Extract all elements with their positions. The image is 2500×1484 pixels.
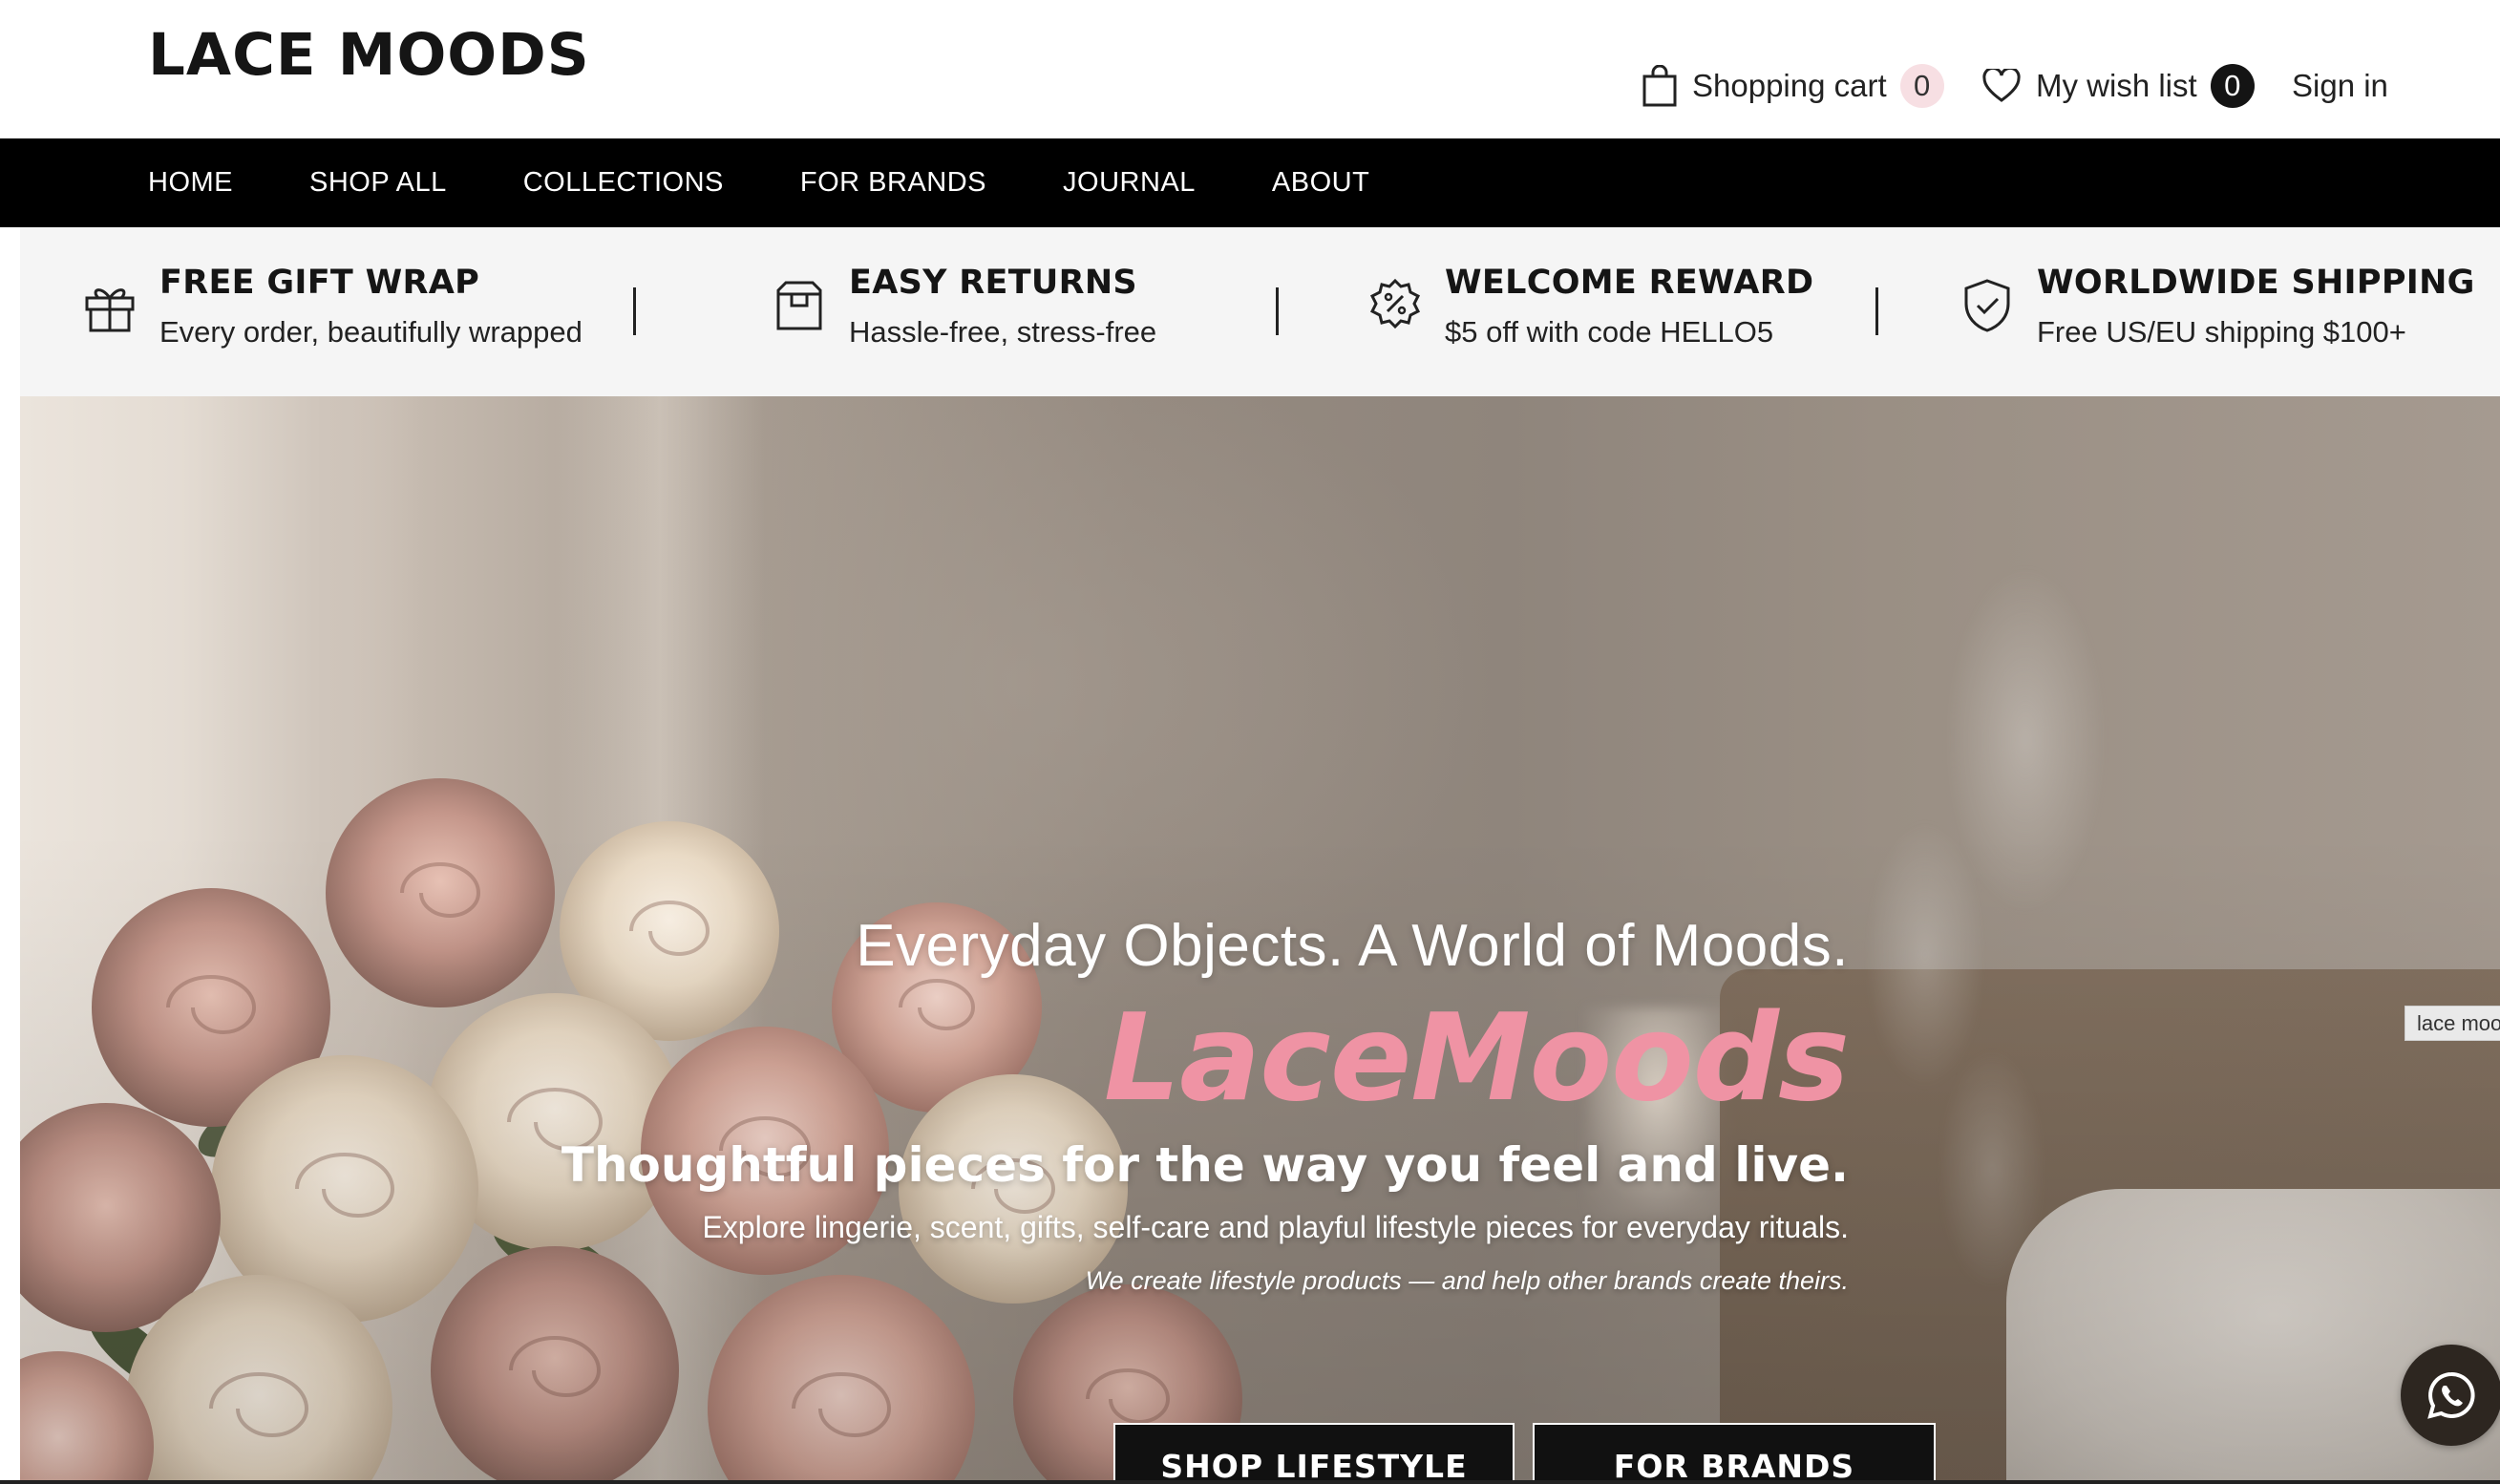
gift-icon [85,288,135,332]
site-header: LACE MOODS Shopping cart 0 My wish list … [0,0,2500,138]
cart-label: Shopping cart [1692,68,1887,103]
perk-divider [633,287,636,335]
nav-item-collections[interactable]: COLLECTIONS [523,167,724,199]
perk-title: EASY RETURNS [849,264,1137,302]
side-tab[interactable]: lace moods [2405,1006,2500,1041]
perk-subtitle: Every order, beautifully wrapped [159,315,583,349]
nav-item-home[interactable]: HOME [148,167,233,199]
wishlist-count-badge: 0 [2210,64,2255,108]
perk-welcome-reward: WELCOME REWARD $5 off with code HELLO5 [1367,264,1813,350]
perks-bar: FREE GIFT WRAP Every order, beautifully … [20,227,2500,396]
hero-note: We create lifestyle products — and help … [1085,1266,1849,1295]
perk-gift-wrap: FREE GIFT WRAP Every order, beautifully … [81,264,583,350]
shopping-cart-link[interactable]: Shopping cart 0 [1642,57,1944,115]
discount-badge-icon [1369,278,1421,329]
heart-icon [1982,69,2021,102]
nav-item-shop-all[interactable]: SHOP ALL [309,167,447,199]
box-icon [776,281,822,330]
hero-content: Everyday Objects. A World of Moods. Lace… [512,912,1850,1296]
for-brands-button[interactable]: FOR BRANDS [1533,1423,1936,1484]
whatsapp-icon [2427,1371,2475,1419]
shopping-bag-icon [1642,65,1677,107]
shield-check-icon [1964,279,2010,332]
perk-divider [1276,287,1279,335]
perk-title: FREE GIFT WRAP [159,264,480,302]
perk-subtitle: Free US/EU shipping $100+ [2037,315,2406,349]
hero-tagline: Everyday Objects. A World of Moods. [856,913,1849,979]
site-logo[interactable]: LACE MOODS [148,21,590,89]
whatsapp-chat-button[interactable] [2401,1345,2500,1446]
cart-count-badge: 0 [1899,64,1944,108]
perk-title: WELCOME REWARD [1445,264,1814,302]
shop-lifestyle-button[interactable]: SHOP LIFESTYLE [1113,1423,1515,1484]
hero-brand-name: LaceMoods [1103,987,1850,1128]
sign-in-link[interactable]: Sign in [2292,57,2388,115]
wishlist-label: My wish list [2036,68,2197,103]
wishlist-link[interactable]: My wish list 0 [1982,57,2255,115]
hero-headline: Thoughtful pieces for the way you feel a… [561,1137,1849,1193]
nav-item-for-brands[interactable]: FOR BRANDS [800,167,986,199]
page-bottom-border [0,1480,2500,1484]
perk-subtitle: $5 off with code HELLO5 [1445,315,1774,349]
hero-banner: Everyday Objects. A World of Moods. Lace… [20,396,2500,1484]
hero-description: Explore lingerie, scent, gifts, self-car… [702,1210,1849,1244]
perk-easy-returns: EASY RETURNS Hassle-free, stress-free [771,264,1156,350]
perk-subtitle: Hassle-free, stress-free [849,315,1157,349]
perk-worldwide-shipping: WORLDWIDE SHIPPING Free US/EU shipping $… [1959,264,2475,350]
nav-item-about[interactable]: ABOUT [1272,167,1369,199]
perk-divider [1875,287,1878,335]
perk-title: WORLDWIDE SHIPPING [2037,264,2475,302]
main-nav: HOME SHOP ALL COLLECTIONS FOR BRANDS JOU… [0,138,2500,227]
nav-item-journal[interactable]: JOURNAL [1063,167,1196,199]
